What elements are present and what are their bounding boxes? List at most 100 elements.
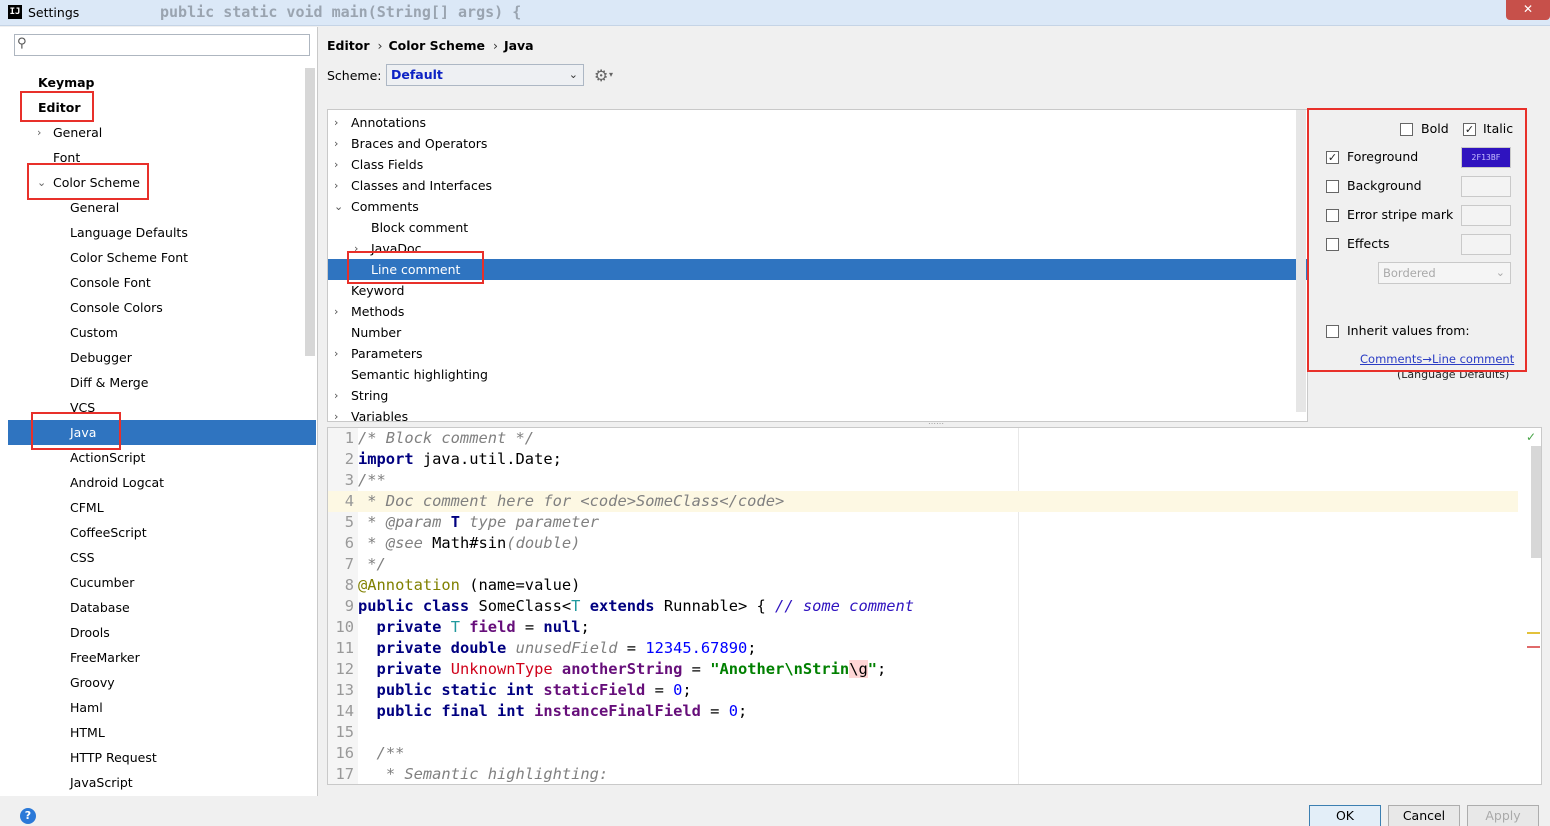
search-input[interactable]: ⚲ [14,34,310,56]
chevron-right-icon[interactable]: › [334,406,338,421]
sidebar-item[interactable]: General [8,195,316,220]
breadcrumb-item[interactable]: Java [504,38,534,53]
breadcrumb-item[interactable]: Color Scheme [389,38,485,53]
sidebar-item[interactable]: VCS [8,395,316,420]
sidebar-item[interactable]: Font [8,145,316,170]
category-scrollbar[interactable] [1296,110,1306,412]
sidebar-item[interactable]: CSS [8,545,316,570]
error-stripe-mark[interactable] [1527,646,1540,648]
help-icon[interactable]: ? [20,808,36,824]
tree-scrollbar[interactable] [305,68,315,356]
sidebar-item[interactable]: HTTP Request [8,745,316,770]
code-line[interactable]: 14 public final int instanceFinalField =… [328,701,1518,722]
code-line[interactable]: 11 private double unusedField = 12345.67… [328,638,1518,659]
chevron-right-icon[interactable]: › [354,238,358,259]
code-line[interactable]: 2 import java.util.Date; [328,449,1518,470]
error-stripe-checkbox[interactable] [1326,209,1339,222]
sidebar-item[interactable]: Haml [8,695,316,720]
effects-checkbox[interactable] [1326,238,1339,251]
code-line[interactable]: 10 private T field = null; [328,617,1518,638]
sidebar-item[interactable]: ⌄ Color Scheme [8,170,316,195]
sidebar-item[interactable]: HTML [8,720,316,745]
sidebar-item[interactable]: Debugger [8,345,316,370]
sidebar-item[interactable]: Keymap [8,70,316,95]
gear-icon[interactable]: ⚙ [594,66,608,85]
chevron-right-icon[interactable]: › [37,120,41,145]
chevron-down-icon[interactable]: ⌄ [37,170,46,195]
category-item[interactable]: ⌄ Comments [328,196,1307,217]
chevron-right-icon[interactable]: › [334,175,338,196]
chevron-right-icon[interactable]: › [334,133,338,154]
sidebar-item[interactable]: Java [8,420,316,445]
inherit-link[interactable]: Comments→Line comment [1360,352,1514,366]
sidebar-item[interactable]: Editor [8,95,316,120]
category-item[interactable]: › String [328,385,1307,406]
code-line[interactable]: 8 @Annotation (name=value) [328,575,1518,596]
chevron-right-icon[interactable]: › [334,154,338,175]
category-item[interactable]: Number [328,322,1307,343]
cancel-button[interactable]: Cancel [1388,805,1460,826]
effects-color-swatch[interactable] [1461,234,1511,255]
category-item[interactable]: › Classes and Interfaces [328,175,1307,196]
background-color-swatch[interactable] [1461,176,1511,197]
scheme-select[interactable]: Default ⌄ [386,64,584,86]
sidebar-item[interactable]: Language Defaults [8,220,316,245]
category-item[interactable]: › Methods [328,301,1307,322]
code-line[interactable]: 17 * Semantic highlighting: [328,764,1518,784]
sidebar-item[interactable]: Groovy [8,670,316,695]
editor-scrollbar[interactable] [1531,446,1541,558]
sidebar-item[interactable]: JavaScript [8,770,316,795]
foreground-checkbox[interactable]: ✓ [1326,151,1339,164]
chevron-right-icon[interactable]: › [334,343,338,364]
sidebar-item[interactable]: Drools [8,620,316,645]
category-item[interactable]: › Braces and Operators [328,133,1307,154]
sidebar-item[interactable]: Android Logcat [8,470,316,495]
warning-stripe-mark[interactable] [1527,632,1540,634]
category-item[interactable]: Line comment [328,259,1307,280]
chevron-down-icon[interactable]: ⌄ [334,196,343,217]
sidebar-item[interactable]: CFML [8,495,316,520]
code-line[interactable]: 13 public static int staticField = 0; [328,680,1518,701]
code-line[interactable]: 3/** [328,470,1518,491]
category-item[interactable]: › Parameters [328,343,1307,364]
category-item[interactable]: Block comment [328,217,1307,238]
breadcrumb-item[interactable]: Editor [327,38,370,53]
category-item[interactable]: Semantic highlighting [328,364,1307,385]
sidebar-item[interactable]: FreeMarker [8,645,316,670]
code-line[interactable]: 15 [328,722,1518,743]
sidebar-item[interactable]: Console Font [8,270,316,295]
sidebar-item[interactable]: Custom [8,320,316,345]
sidebar-item[interactable]: Cucumber [8,570,316,595]
chevron-right-icon[interactable]: › [334,112,338,133]
category-item[interactable]: › Class Fields [328,154,1307,175]
foreground-color-swatch[interactable]: 2F13BF [1461,147,1511,168]
chevron-right-icon[interactable]: › [334,301,338,322]
code-line[interactable]: 9 public class SomeClass<T extends Runnab… [328,596,1518,617]
code-line[interactable]: 16 /** [328,743,1518,764]
code-line[interactable]: 12 private UnknownType anotherString = "… [328,659,1518,680]
apply-button[interactable]: Apply [1467,805,1539,826]
effects-style-select[interactable]: Bordered ⌄ [1378,262,1511,284]
ok-button[interactable]: OK [1309,805,1381,826]
code-line[interactable]: 1/* Block comment */ [328,428,1518,449]
sidebar-item[interactable]: Database [8,595,316,620]
error-stripe-color-swatch[interactable] [1461,205,1511,226]
category-item[interactable]: Keyword [328,280,1307,301]
bold-checkbox[interactable] [1400,123,1413,136]
italic-checkbox[interactable]: ✓ [1463,123,1476,136]
background-checkbox[interactable] [1326,180,1339,193]
code-line[interactable]: 7 */ [328,554,1518,575]
chevron-right-icon[interactable]: › [334,385,338,406]
category-item[interactable]: › Annotations [328,112,1307,133]
sidebar-item[interactable]: CoffeeScript [8,520,316,545]
sidebar-item[interactable]: Console Colors [8,295,316,320]
inherit-checkbox[interactable] [1326,325,1339,338]
close-button[interactable]: ✕ [1506,0,1550,20]
sidebar-item[interactable]: ActionScript [8,445,316,470]
category-item[interactable]: › JavaDoc [328,238,1307,259]
sidebar-item[interactable]: › General [8,120,316,145]
code-line[interactable]: 5 * @param T type parameter [328,512,1518,533]
sidebar-item[interactable]: Diff & Merge [8,370,316,395]
code-line[interactable]: 4 * Doc comment here for <code>SomeClass… [328,491,1518,512]
category-item[interactable]: › Variables [328,406,1307,421]
